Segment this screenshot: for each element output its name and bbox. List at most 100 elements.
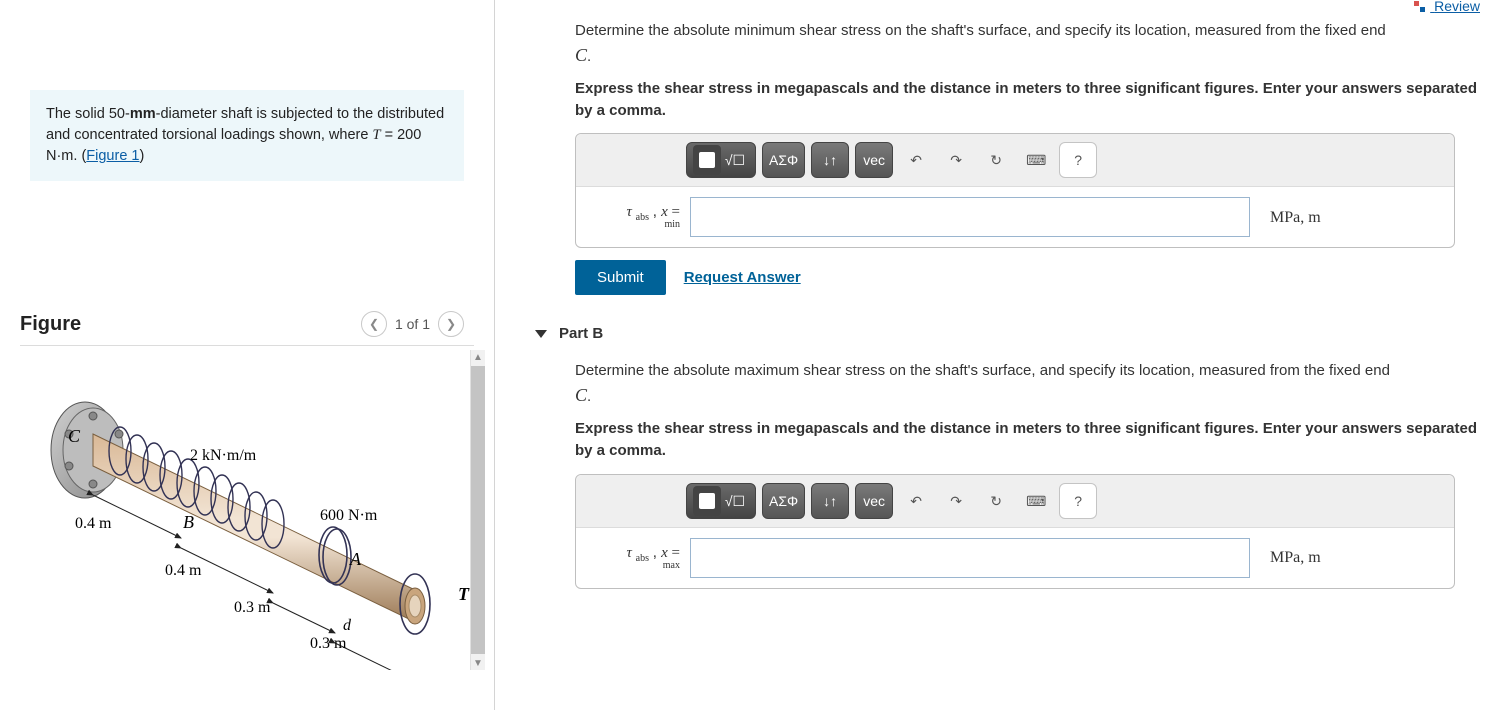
undo-icon-b: ↶ bbox=[910, 491, 922, 511]
part-a-variable: τ abs , x = min bbox=[590, 204, 680, 230]
part-b-answer-row: τ abs , x = max MPa, m bbox=[576, 528, 1454, 588]
keyboard-button[interactable]: ⌨ bbox=[1019, 142, 1053, 178]
part-a-answer-row: τ abs , x = min MPa, m bbox=[576, 187, 1454, 247]
part-a: Determine the absolute minimum shear str… bbox=[495, 0, 1482, 295]
fig-label-len4: 0.3 m bbox=[310, 635, 347, 652]
fig-label-T: T bbox=[458, 584, 470, 604]
fig-label-C: C bbox=[68, 426, 81, 446]
statement-suffix: . ( bbox=[73, 148, 86, 164]
part-b-unit: MPa, m bbox=[1270, 546, 1321, 569]
templates-button-b[interactable]: √☐ bbox=[686, 483, 756, 519]
reset-button-b[interactable]: ↻ bbox=[979, 483, 1013, 519]
fig-label-distload: 2 kN·m/m bbox=[190, 447, 257, 464]
fig-label-len1: 0.4 m bbox=[75, 515, 112, 532]
figure-scrollbar[interactable]: ▲ ▼ bbox=[470, 350, 485, 670]
figure-title: Figure bbox=[20, 313, 81, 336]
tau-symbol-b: τ bbox=[627, 545, 632, 561]
figure-svg: C 2 kN·m/m 600 N·m B A T d 0.4 m 0.4 m 0… bbox=[20, 350, 470, 670]
statement-close: ) bbox=[139, 148, 144, 164]
redo-button[interactable]: ↷ bbox=[939, 142, 973, 178]
review-icon bbox=[1414, 1, 1426, 13]
undo-icon: ↶ bbox=[910, 150, 922, 170]
figure-image: C 2 kN·m/m 600 N·m B A T d 0.4 m 0.4 m 0… bbox=[20, 350, 470, 670]
part-a-instruction: Express the shear stress in megapascals … bbox=[575, 78, 1482, 122]
scroll-up-icon[interactable]: ▲ bbox=[471, 350, 485, 364]
part-b-answer-box: √☐ ΑΣΦ ↓↑ vec ↶ ↷ ↻ ⌨ ? τ abs , bbox=[575, 474, 1455, 589]
part-a-toolbar: √☐ ΑΣΦ ↓↑ vec ↶ ↷ ↻ ⌨ ? bbox=[576, 134, 1454, 187]
fig-label-A: A bbox=[349, 549, 362, 569]
undo-button[interactable]: ↶ bbox=[899, 142, 933, 178]
x-symbol-b: x bbox=[661, 545, 668, 561]
greek-button-b[interactable]: ΑΣΦ bbox=[762, 483, 805, 519]
undo-button-b[interactable]: ↶ bbox=[899, 483, 933, 519]
review-link[interactable]: Review bbox=[1414, 0, 1480, 14]
subscript-button[interactable]: ↓↑ bbox=[811, 142, 849, 178]
redo-icon: ↷ bbox=[950, 150, 962, 170]
keyboard-icon-b: ⌨ bbox=[1026, 491, 1046, 511]
app-layout: The solid 50-mm-diameter shaft is subjec… bbox=[0, 0, 1512, 710]
fig-label-len3: 0.3 m bbox=[234, 599, 271, 616]
part-b-question-end: . bbox=[587, 388, 591, 405]
reset-button[interactable]: ↻ bbox=[979, 142, 1013, 178]
part-a-answer-input[interactable] bbox=[690, 197, 1250, 237]
reset-icon-b: ↻ bbox=[990, 491, 1002, 511]
part-b-instruction: Express the shear stress in megapascals … bbox=[575, 418, 1482, 462]
keyboard-icon: ⌨ bbox=[1026, 150, 1046, 170]
part-b-header[interactable]: Part B bbox=[495, 301, 1482, 350]
part-a-answer-box: √☐ ΑΣΦ ↓↑ vec ↶ ↷ ↻ ⌨ ? τ abs , bbox=[575, 133, 1455, 248]
part-a-question-end: . bbox=[587, 48, 591, 65]
subscript-button-b[interactable]: ↓↑ bbox=[811, 483, 849, 519]
figure-link[interactable]: Figure 1 bbox=[86, 148, 139, 164]
root-icon: √☐ bbox=[721, 145, 749, 175]
pager-text: 1 of 1 bbox=[395, 316, 430, 332]
pager-next-button[interactable]: ❯ bbox=[438, 311, 464, 337]
request-answer-link[interactable]: Request Answer bbox=[684, 267, 801, 289]
part-a-question: Determine the absolute minimum shear str… bbox=[575, 20, 1482, 68]
tau-sub-abs-b: abs bbox=[636, 553, 649, 564]
figure-divider bbox=[20, 345, 474, 346]
part-a-question-text: Determine the absolute minimum shear str… bbox=[575, 22, 1386, 39]
fig-label-d: d bbox=[343, 617, 352, 634]
collapse-icon bbox=[535, 330, 547, 338]
right-pane: Review Determine the absolute minimum sh… bbox=[495, 0, 1512, 710]
part-b-toolbar: √☐ ΑΣΦ ↓↑ vec ↶ ↷ ↻ ⌨ ? bbox=[576, 475, 1454, 528]
tau-symbol: τ bbox=[627, 204, 632, 220]
redo-button-b[interactable]: ↷ bbox=[939, 483, 973, 519]
root-icon-b: √☐ bbox=[721, 486, 749, 516]
keyboard-button-b[interactable]: ⌨ bbox=[1019, 483, 1053, 519]
part-b-question-var: C bbox=[575, 385, 587, 405]
help-button-b[interactable]: ? bbox=[1059, 483, 1097, 519]
figure-viewport: C 2 kN·m/m 600 N·m B A T d 0.4 m 0.4 m 0… bbox=[20, 350, 474, 670]
problem-statement: The solid 50-mm-diameter shaft is subjec… bbox=[30, 90, 464, 181]
scroll-thumb[interactable] bbox=[471, 366, 485, 654]
statement-text-1: The solid 50- bbox=[46, 106, 130, 122]
vector-button[interactable]: vec bbox=[855, 142, 893, 178]
fig-label-len2: 0.4 m bbox=[165, 562, 202, 579]
reset-icon: ↻ bbox=[990, 150, 1002, 170]
fig-label-B: B bbox=[183, 512, 194, 532]
submit-button[interactable]: Submit bbox=[575, 260, 666, 295]
templates-button[interactable]: √☐ bbox=[686, 142, 756, 178]
eq-symbol: = bbox=[672, 204, 680, 220]
part-b-question-text: Determine the absolute maximum shear str… bbox=[575, 362, 1390, 379]
part-b: Determine the absolute maximum shear str… bbox=[495, 350, 1482, 588]
help-button[interactable]: ? bbox=[1059, 142, 1097, 178]
vector-button-b[interactable]: vec bbox=[855, 483, 893, 519]
part-a-buttons: Submit Request Answer bbox=[575, 260, 1482, 295]
left-pane: The solid 50-mm-diameter shaft is subjec… bbox=[0, 0, 495, 710]
greek-button[interactable]: ΑΣΦ bbox=[762, 142, 805, 178]
statement-var: T bbox=[372, 127, 380, 143]
part-b-question: Determine the absolute maximum shear str… bbox=[575, 360, 1482, 408]
part-b-answer-input[interactable] bbox=[690, 538, 1250, 578]
redo-icon-b: ↷ bbox=[950, 491, 962, 511]
eq-symbol-b: = bbox=[672, 545, 680, 561]
scroll-down-icon[interactable]: ▼ bbox=[471, 656, 485, 670]
x-symbol: x bbox=[661, 204, 668, 220]
part-a-question-var: C bbox=[575, 45, 587, 65]
figure-header: Figure ❮ 1 of 1 ❯ bbox=[20, 311, 464, 337]
tau-sub-abs: abs bbox=[636, 212, 649, 223]
part-b-variable: τ abs , x = max bbox=[590, 545, 680, 571]
pager-prev-button[interactable]: ❮ bbox=[361, 311, 387, 337]
part-a-unit: MPa, m bbox=[1270, 206, 1321, 229]
figure-pager: ❮ 1 of 1 ❯ bbox=[361, 311, 464, 337]
